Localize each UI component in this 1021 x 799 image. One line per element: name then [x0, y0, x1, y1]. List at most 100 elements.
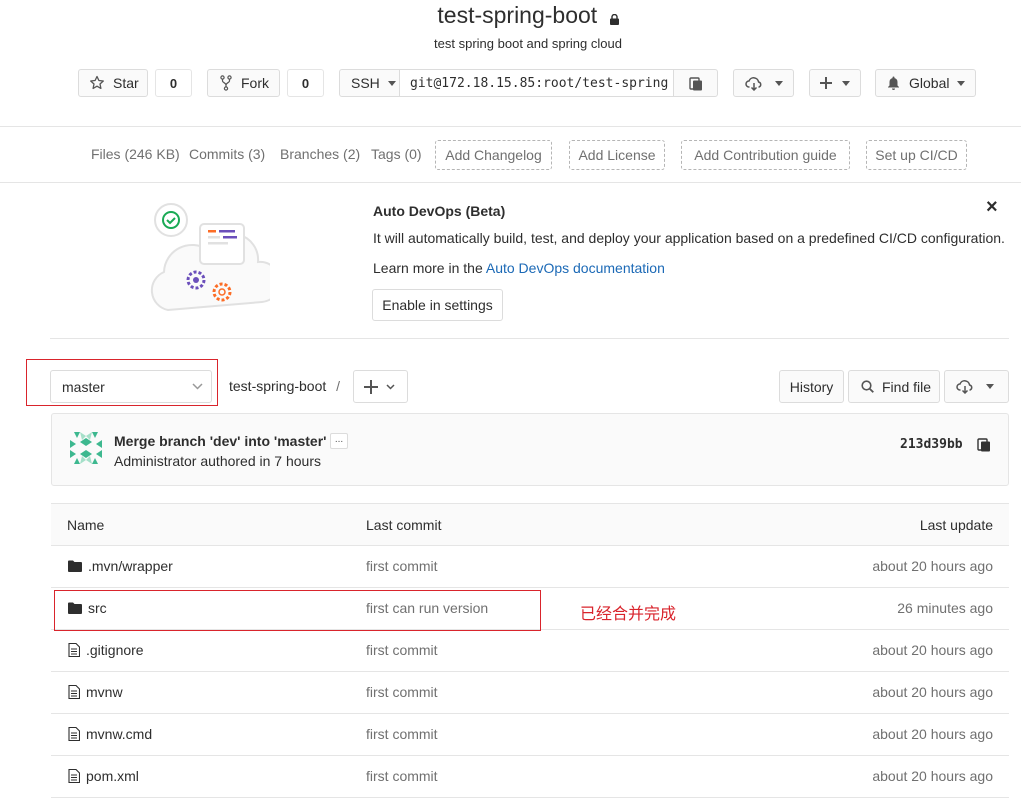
plus-icon	[364, 379, 378, 394]
notification-label: Global	[909, 75, 950, 91]
project-description: test spring boot and spring cloud	[434, 36, 622, 51]
file-name-cell[interactable]: mvnw	[68, 684, 123, 700]
row-commit[interactable]: first commit	[366, 642, 438, 658]
file-name: .mvn/wrapper	[88, 558, 173, 574]
avatar[interactable]	[68, 430, 104, 469]
expand-commit-button[interactable]: ...	[330, 433, 348, 449]
cloud-download-icon	[745, 76, 763, 91]
table-row: .mvn/wrapper first commit about 20 hours…	[51, 546, 1009, 588]
row-update: 26 minutes ago	[897, 600, 993, 616]
add-to-tree-dropdown[interactable]	[353, 370, 408, 403]
add-contribution-guide-button[interactable]: Add Contribution guide	[681, 140, 850, 170]
file-name-cell[interactable]: .mvn/wrapper	[68, 558, 173, 574]
row-commit[interactable]: first commit	[366, 768, 438, 784]
project-title: test-spring-boot	[437, 2, 598, 28]
project-title-wrap: test-spring-boot	[0, 0, 1021, 32]
add-license-button[interactable]: Add License	[569, 140, 665, 170]
protocol-dropdown[interactable]: SSH	[339, 69, 400, 97]
row-commit[interactable]: first commit	[366, 684, 438, 700]
file-icon	[68, 769, 80, 783]
file-icon	[68, 685, 80, 699]
lock-icon	[609, 2, 619, 32]
protocol-label: SSH	[351, 75, 380, 91]
file-name: .gitignore	[86, 642, 144, 658]
plus-icon	[820, 77, 832, 89]
commit-message[interactable]: Merge branch 'dev' into 'master'	[114, 433, 326, 449]
breadcrumb-separator: /	[336, 378, 341, 394]
download-source-dropdown[interactable]	[944, 370, 1009, 403]
clipboard-icon[interactable]	[977, 437, 991, 455]
commit-author: Administrator authored in 7 hours	[114, 453, 321, 469]
row-update: about 20 hours ago	[872, 642, 993, 658]
chevron-down-icon	[842, 80, 850, 86]
file-name: mvnw.cmd	[86, 726, 153, 742]
new-dropdown[interactable]	[809, 69, 861, 97]
fork-count[interactable]: 0	[287, 69, 324, 97]
highlight-box	[54, 590, 541, 631]
clone-url-input[interactable]: git@172.18.15.85:root/test-spring	[399, 69, 674, 97]
branches-link[interactable]: Branches (2)	[280, 146, 360, 162]
row-update: about 20 hours ago	[872, 684, 993, 700]
row-update: about 20 hours ago	[872, 768, 993, 784]
divider	[0, 126, 1021, 127]
fork-icon	[220, 75, 232, 91]
breadcrumb: test-spring-boot /	[229, 378, 340, 394]
find-file-button[interactable]: Find file	[848, 370, 940, 403]
file-name-cell[interactable]: mvnw.cmd	[68, 726, 152, 742]
breadcrumb-root[interactable]: test-spring-boot	[229, 378, 326, 394]
table-row: .gitignore first commit about 20 hours a…	[51, 630, 1009, 672]
add-changelog-button[interactable]: Add Changelog	[435, 140, 552, 170]
row-commit[interactable]: first commit	[366, 726, 438, 742]
close-icon[interactable]: ×	[986, 196, 998, 218]
table-row: pom.xml first commit about 20 hours ago	[51, 756, 1009, 798]
commits-link[interactable]: Commits (3)	[189, 146, 265, 162]
fork-button[interactable]: Fork	[207, 69, 280, 97]
devops-docs-link[interactable]: Auto DevOps documentation	[486, 260, 665, 276]
commit-sha[interactable]: 213d39bb	[900, 437, 963, 452]
tags-link[interactable]: Tags (0)	[371, 146, 422, 162]
folder-icon	[68, 560, 82, 572]
divider	[50, 338, 1009, 339]
header-last-update: Last update	[919, 517, 993, 533]
file-name-cell[interactable]: pom.xml	[68, 768, 139, 784]
history-button[interactable]: History	[779, 370, 844, 403]
chevron-down-icon	[957, 80, 966, 86]
files-link[interactable]: Files (246 KB)	[91, 146, 180, 162]
chevron-down-icon	[986, 384, 994, 389]
divider	[0, 182, 1021, 183]
row-update: about 20 hours ago	[872, 558, 993, 574]
download-dropdown[interactable]	[733, 69, 794, 97]
file-name-cell[interactable]: .gitignore	[68, 642, 144, 658]
header-last-commit: Last commit	[366, 517, 442, 533]
table-row: mvnw.cmd first commit about 20 hours ago	[51, 714, 1009, 756]
star-button[interactable]: Star	[78, 69, 148, 97]
row-commit[interactable]: first commit	[366, 558, 438, 574]
file-icon	[68, 727, 80, 741]
header-name: Name	[67, 517, 105, 533]
search-icon	[861, 380, 874, 393]
find-file-label: Find file	[882, 378, 932, 395]
devops-learn-more: Learn more in the Auto DevOps documentat…	[373, 260, 665, 276]
learn-more-text: Learn more in the	[373, 260, 483, 276]
notification-dropdown[interactable]: Global	[875, 69, 976, 97]
table-row: mvnw first commit about 20 hours ago	[51, 672, 1009, 714]
annotation-note: 已经合并完成	[580, 604, 677, 623]
star-count[interactable]: 0	[155, 69, 192, 97]
file-name: pom.xml	[86, 768, 139, 784]
last-commit-panel: Merge branch 'dev' into 'master' ... Adm…	[51, 413, 1009, 486]
cloud-download-icon	[956, 379, 974, 394]
star-icon	[89, 75, 105, 91]
copy-url-button[interactable]	[673, 69, 718, 97]
devops-illustration	[146, 200, 282, 316]
setup-ci-button[interactable]: Set up CI/CD	[866, 140, 967, 170]
fork-label: Fork	[241, 75, 269, 91]
devops-title: Auto DevOps (Beta)	[373, 203, 506, 219]
chevron-down-icon	[387, 80, 396, 86]
devops-description: It will automatically build, test, and d…	[373, 230, 1005, 246]
enable-in-settings-button[interactable]: Enable in settings	[372, 289, 503, 321]
highlight-box	[26, 359, 218, 406]
clipboard-icon	[688, 76, 703, 91]
row-update: about 20 hours ago	[872, 726, 993, 742]
star-label: Star	[113, 75, 139, 91]
file-table-header: Name Last commit Last update	[51, 503, 1009, 546]
